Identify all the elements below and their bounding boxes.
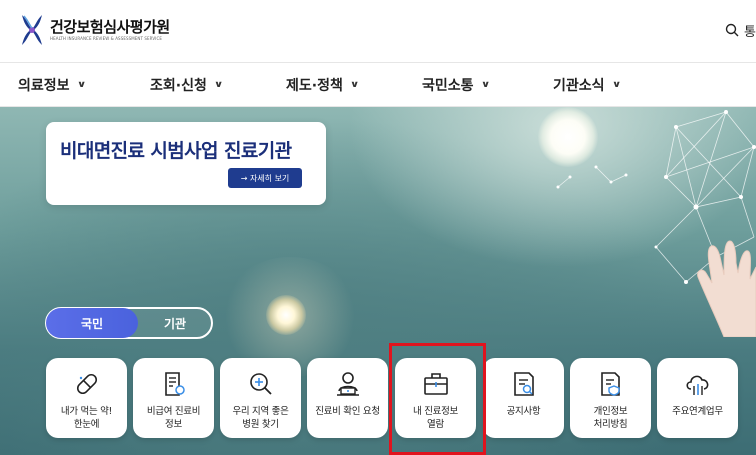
chevron-down-icon: ∨ bbox=[76, 80, 86, 90]
pill-icon bbox=[76, 373, 97, 395]
quick-menu-label: 진료비 확인 요청 bbox=[315, 406, 380, 417]
quick-menu-label: 우리 지역 좋은 병원 찾기 bbox=[232, 406, 289, 430]
nav-item-label: 의료정보 bbox=[18, 78, 70, 94]
main-navigation: 의료정보 ∨ 조회·신청 ∨ 제도·정책 ∨ 국민소통 ∨ 기관소식 ∨ bbox=[0, 62, 756, 107]
chevron-down-icon: ∨ bbox=[611, 80, 621, 90]
quick-menu-fee-check-request[interactable]: 진료비 확인 요청 bbox=[307, 358, 388, 438]
hospital-search-icon bbox=[249, 373, 272, 395]
quick-menu-my-medical-records[interactable]: 내 진료정보 열람 bbox=[395, 358, 476, 438]
tab-institution[interactable]: 기관 bbox=[139, 309, 211, 337]
hero-banner: 비대면진료 시범사업 진료기관 → 자세히 보기 국민 기관 내가 먹는 약! … bbox=[0, 107, 756, 455]
site-header: 건강보험심사평가원 HEALTH INSURANCE REVIEW & ASSE… bbox=[0, 0, 756, 62]
quick-menu-label: 내 진료정보 열람 bbox=[413, 406, 458, 430]
chevron-down-icon: ∨ bbox=[349, 80, 360, 90]
nav-item-policy[interactable]: 제도·정책 ∨ bbox=[286, 63, 360, 107]
nav-item-label: 제도·정책 bbox=[286, 78, 343, 94]
quick-menu-my-medication[interactable]: 내가 먹는 약! 한눈에 bbox=[46, 358, 127, 438]
cloud-link-icon bbox=[685, 375, 708, 395]
logo-subtitle: HEALTH INSURANCE REVIEW & ASSESSMENT SER… bbox=[50, 36, 162, 41]
logo-title: 건강보험심사평가원 bbox=[50, 18, 170, 36]
clipboard-receipt-icon bbox=[164, 372, 185, 396]
nav-item-inquiry[interactable]: 조회·신청 ∨ bbox=[150, 63, 224, 107]
notice-document-icon bbox=[513, 372, 534, 396]
search-button[interactable]: 통 bbox=[725, 19, 756, 41]
nav-item-medical-info[interactable]: 의료정보 ∨ bbox=[18, 63, 86, 107]
quick-menu-non-covered-fees[interactable]: 비급여 진료비 정보 bbox=[133, 358, 214, 438]
view-details-button[interactable]: → 자세히 보기 bbox=[228, 168, 302, 188]
hira-logo-mark-icon bbox=[22, 15, 42, 45]
chevron-down-icon: ∨ bbox=[480, 80, 490, 90]
doctor-laptop-icon bbox=[336, 372, 359, 396]
quick-menu-label: 공지사항 bbox=[506, 406, 541, 417]
quick-menu-label: 주요연계업무 bbox=[672, 406, 723, 417]
quick-menu-privacy-policy[interactable]: 개인정보 처리방침 bbox=[570, 358, 651, 438]
quick-menu-notices[interactable]: 공지사항 bbox=[483, 358, 564, 438]
user-type-toggle: 국민 기관 bbox=[45, 307, 213, 339]
privacy-document-icon bbox=[600, 372, 620, 396]
quick-menu-label: 내가 먹는 약! 한눈에 bbox=[60, 406, 113, 430]
nav-item-news[interactable]: 기관소식 ∨ bbox=[553, 63, 621, 107]
hira-logo[interactable]: 건강보험심사평가원 HEALTH INSURANCE REVIEW & ASSE… bbox=[20, 12, 170, 48]
search-icon bbox=[725, 23, 739, 37]
medical-bag-icon bbox=[423, 373, 448, 395]
quick-menu-label: 비급여 진료비 정보 bbox=[146, 406, 201, 430]
nav-item-communication[interactable]: 국민소통 ∨ bbox=[422, 63, 490, 107]
nav-item-label: 기관소식 bbox=[553, 78, 605, 94]
promo-title: 비대면진료 시범사업 진료기관 bbox=[60, 140, 292, 162]
nav-item-label: 국민소통 bbox=[422, 78, 474, 94]
promo-card[interactable]: 비대면진료 시범사업 진료기관 → 자세히 보기 bbox=[46, 122, 326, 205]
chevron-down-icon: ∨ bbox=[213, 80, 224, 90]
search-label: 통 bbox=[744, 24, 756, 40]
light-orb bbox=[266, 295, 306, 335]
quick-menu-linked-services[interactable]: 주요연계업무 bbox=[657, 358, 738, 438]
nav-item-label: 조회·신청 bbox=[150, 78, 207, 94]
quick-menu-find-hospital[interactable]: 우리 지역 좋은 병원 찾기 bbox=[220, 358, 301, 438]
tab-citizen[interactable]: 국민 bbox=[46, 308, 138, 338]
quick-menu-label: 개인정보 처리방침 bbox=[593, 406, 628, 430]
hand-graphic-icon bbox=[697, 240, 756, 337]
